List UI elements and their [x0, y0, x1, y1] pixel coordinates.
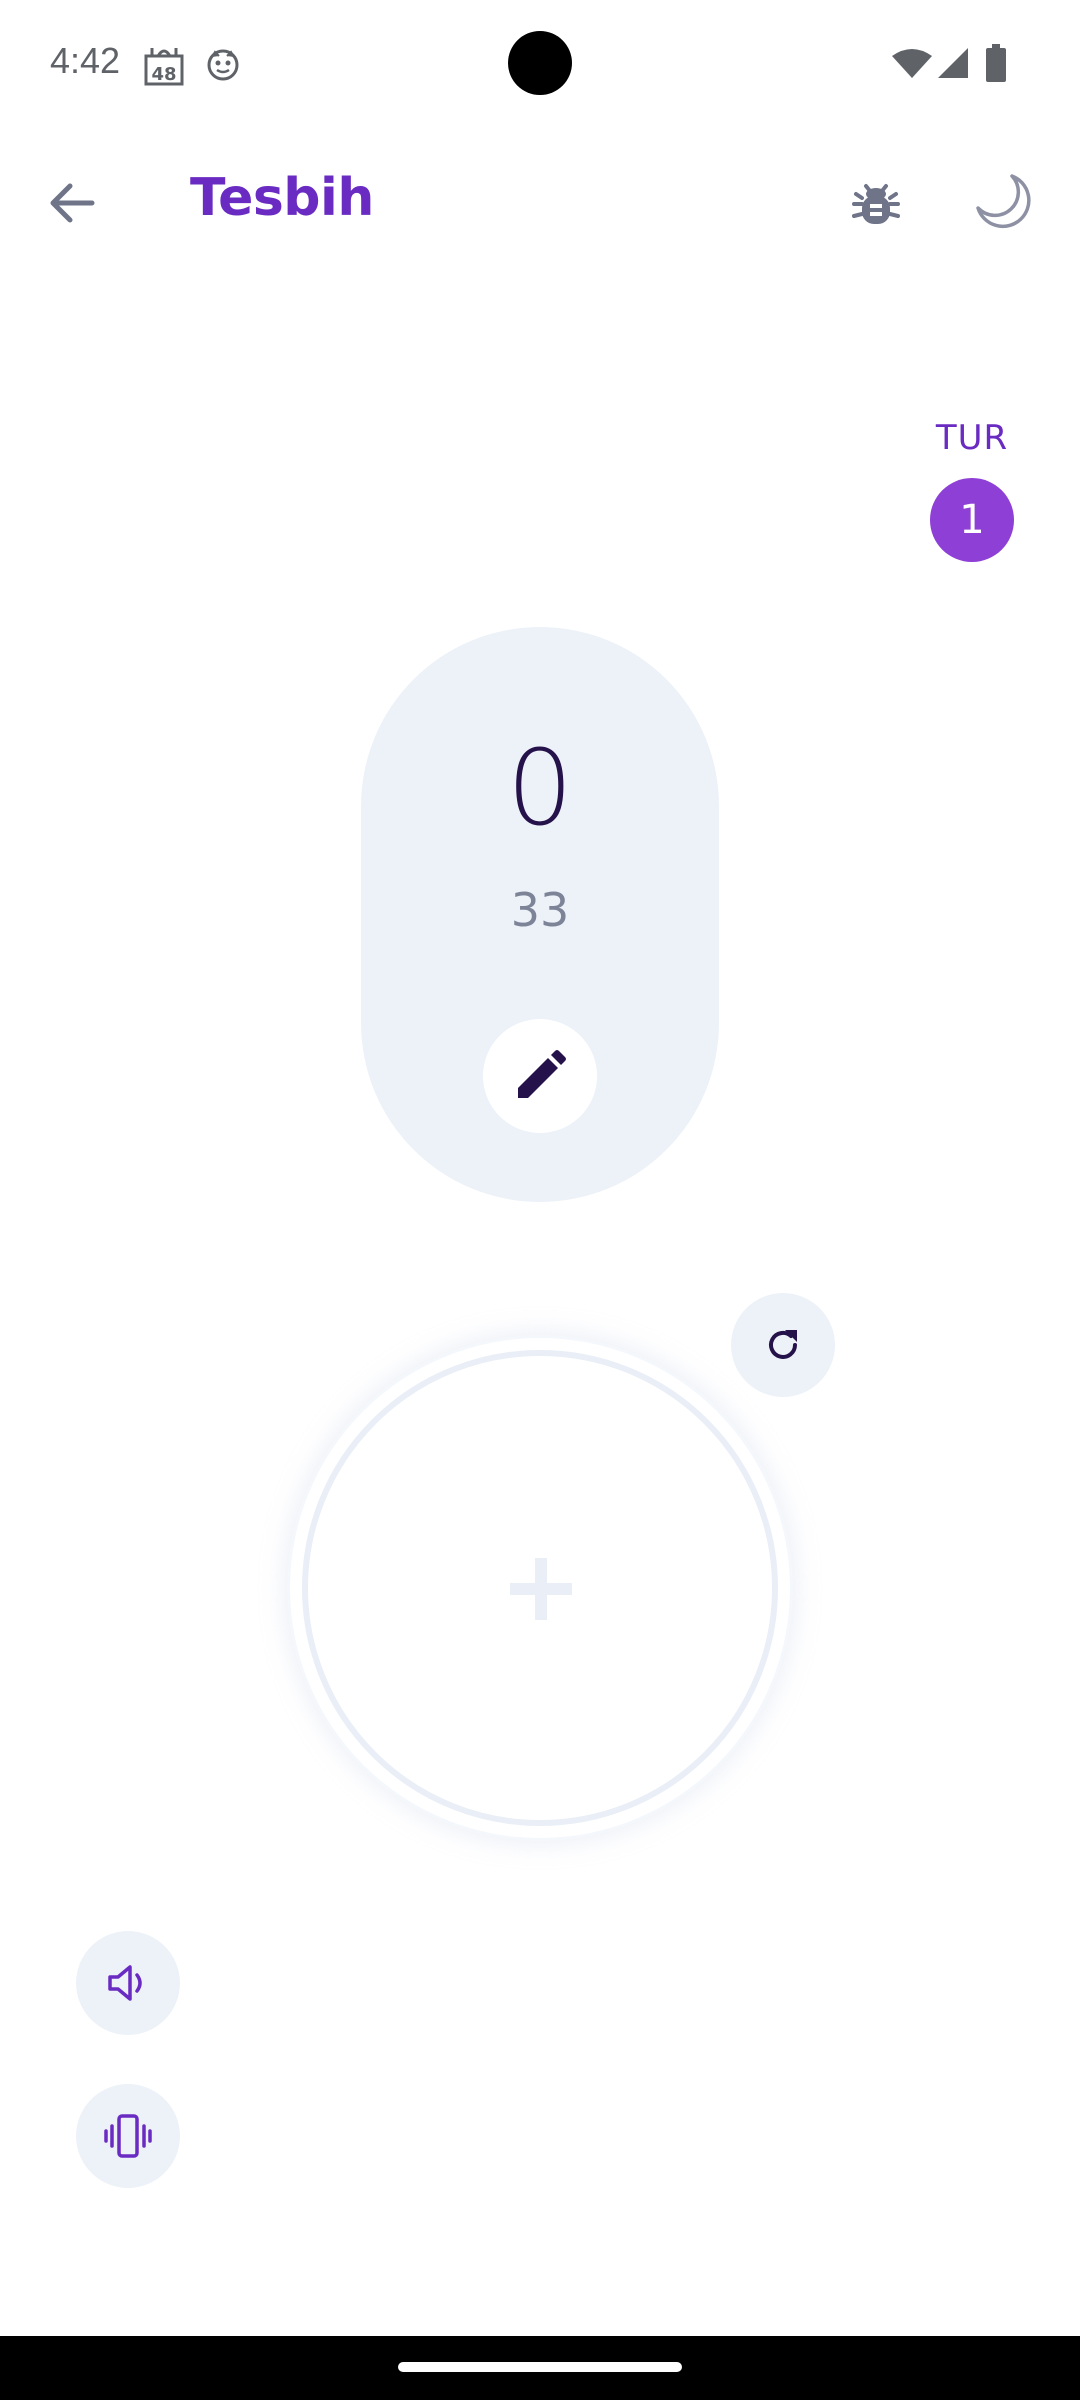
- dark-mode-button[interactable]: [972, 170, 1036, 234]
- pencil-icon: [518, 1050, 566, 1098]
- wifi-icon: [892, 48, 932, 85]
- page-title: Tesbih: [190, 168, 374, 228]
- vibrate-icon: [104, 2114, 152, 2158]
- sound-toggle-button[interactable]: [76, 1931, 180, 2035]
- cellular-signal-icon: [936, 46, 970, 85]
- refresh-icon: [769, 1330, 797, 1359]
- status-time: 4:42: [50, 40, 121, 81]
- cat-face-icon: [206, 48, 240, 87]
- counter-target: 33: [510, 883, 570, 937]
- camera-cutout: [508, 31, 572, 95]
- battery-icon: [986, 44, 1006, 87]
- moon-icon: [976, 174, 1031, 229]
- calendar-number: 48: [151, 64, 176, 85]
- plus-icon: [510, 1558, 572, 1620]
- status-bar: 4:42 48: [0, 0, 1080, 130]
- tap-counter-button[interactable]: [290, 1338, 790, 1838]
- back-button[interactable]: [40, 170, 106, 236]
- mosque-calendar-icon: 48: [144, 44, 184, 91]
- counter-display: 0 33: [361, 627, 719, 1202]
- counter-value: 0: [506, 727, 574, 849]
- tesbih-screen: 4:42 48 Tesbih TUR 1 0 33: [0, 0, 1080, 2400]
- vibrate-toggle-button[interactable]: [76, 2084, 180, 2188]
- system-navigation-bar: [0, 2336, 1080, 2400]
- tour-count-badge: 1: [930, 478, 1014, 562]
- arrow-back-icon: [50, 183, 95, 223]
- reset-button[interactable]: [731, 1293, 835, 1397]
- edit-target-button[interactable]: [483, 1019, 597, 1133]
- home-gesture-handle[interactable]: [398, 2362, 682, 2372]
- tour-label: TUR: [935, 418, 1009, 458]
- debug-button[interactable]: [848, 174, 904, 230]
- tap-circle-inner[interactable]: [302, 1350, 778, 1826]
- app-bar: Tesbih: [0, 140, 1080, 260]
- speaker-icon: [108, 1965, 142, 2001]
- bug-icon: [852, 184, 900, 224]
